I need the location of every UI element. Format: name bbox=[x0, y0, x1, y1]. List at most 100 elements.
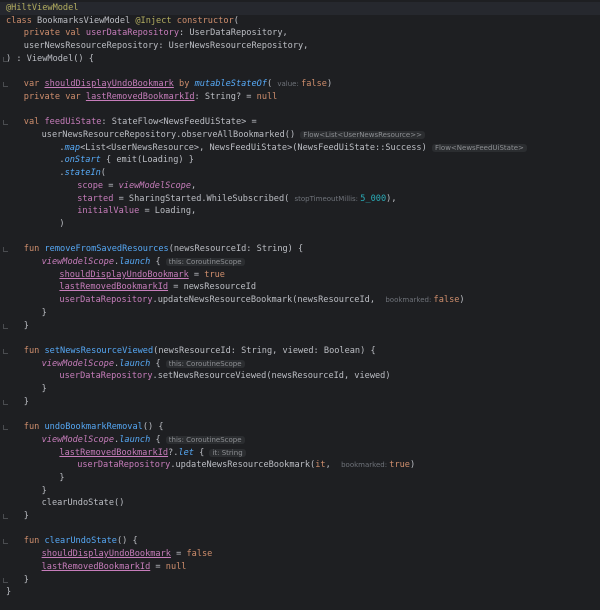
inlay-hint: value: bbox=[277, 80, 302, 89]
code-token: fun bbox=[23, 345, 45, 356]
inlay-hint: stopTimeoutMillis: bbox=[294, 194, 361, 203]
code-line[interactable]: lastRemovedBookmarkId = null bbox=[0, 561, 187, 574]
fold-marker-icon[interactable] bbox=[3, 247, 8, 253]
code-token: launch bbox=[119, 257, 151, 267]
inlay-hint: bookmarked: bbox=[385, 296, 434, 305]
fold-marker-icon[interactable] bbox=[3, 539, 8, 545]
code-line[interactable]: clearUndoState() bbox=[0, 497, 125, 510]
fold-marker-icon[interactable] bbox=[3, 514, 8, 519]
code-token: viewModelScope bbox=[41, 257, 115, 267]
code-line[interactable]: userDataRepository.updateNewsResourceBoo… bbox=[0, 294, 464, 307]
code-token: let bbox=[178, 447, 194, 458]
fold-marker-icon[interactable] bbox=[3, 82, 8, 88]
code-token: class bbox=[6, 15, 38, 26]
code-token: userDataRepository bbox=[85, 28, 180, 39]
code-token: , bbox=[191, 180, 197, 191]
code-token: } bbox=[23, 511, 29, 521]
code-line[interactable]: userDataRepository.setNewsResourceViewed… bbox=[0, 370, 391, 383]
code-token: viewModelScope bbox=[41, 434, 115, 445]
code-line[interactable]: lastRemovedBookmarkId?.let { it: String bbox=[0, 447, 246, 460]
code-token: clearUndoState() bbox=[41, 498, 125, 509]
code-line[interactable]: lastRemovedBookmarkId = newsResourceId bbox=[0, 281, 256, 294]
code-line[interactable]: started = SharingStarted.WhileSubscribed… bbox=[0, 193, 397, 206]
code-line[interactable]: userDataRepository.updateNewsResourceBoo… bbox=[0, 459, 415, 472]
code-token: (newsResourceId: String, viewed: Boolean… bbox=[153, 345, 376, 356]
code-token: ), bbox=[386, 193, 397, 204]
fold-marker-icon[interactable] bbox=[3, 399, 8, 405]
fold-marker-icon[interactable] bbox=[3, 425, 8, 431]
code-line[interactable]: } bbox=[0, 485, 47, 498]
inlay-hint: this: CoroutineScope bbox=[165, 258, 245, 266]
code-token: scope bbox=[77, 180, 104, 191]
code-token: by bbox=[173, 79, 195, 90]
code-line[interactable]: scope = viewModelScope, bbox=[0, 180, 196, 193]
code-token: () { bbox=[116, 536, 138, 547]
code-token: fun bbox=[23, 536, 45, 547]
code-line[interactable]: ) : ViewModel() { bbox=[0, 53, 94, 66]
code-token: ( bbox=[100, 168, 106, 179]
code-token: { bbox=[193, 447, 210, 458]
code-line[interactable]: fun clearUndoState() { bbox=[0, 535, 138, 548]
code-line[interactable]: val feedUiState: StateFlow<NewsFeedUiSta… bbox=[0, 116, 257, 129]
code-token: .setNewsResourceViewed(newsResourceId, v… bbox=[152, 371, 391, 382]
code-line[interactable]: } bbox=[0, 383, 47, 396]
code-token: : String? = bbox=[194, 91, 257, 102]
code-token: viewModelScope bbox=[41, 358, 115, 369]
code-line[interactable]: fun setNewsResourceViewed(newsResourceId… bbox=[0, 345, 376, 358]
code-token: map bbox=[64, 142, 81, 153]
code-token: onStart bbox=[64, 155, 101, 166]
code-line[interactable]: } bbox=[0, 586, 11, 599]
code-line[interactable]: viewModelScope.launch { this: CoroutineS… bbox=[0, 358, 245, 371]
code-line[interactable]: userNewsResourceRepository.observeAllBoo… bbox=[0, 129, 425, 142]
code-line[interactable]: } bbox=[0, 472, 65, 485]
code-token: launch bbox=[119, 358, 151, 369]
code-token: } bbox=[59, 472, 65, 483]
code-token: fun bbox=[23, 422, 45, 433]
code-line[interactable]: ) bbox=[0, 218, 64, 231]
code-token: private var bbox=[23, 91, 86, 102]
code-token: true bbox=[204, 269, 225, 280]
fold-marker-icon[interactable] bbox=[3, 348, 8, 354]
code-token: { bbox=[150, 434, 166, 445]
inlay-hint: Flow<NewsFeedUiState> bbox=[431, 143, 527, 152]
code-line[interactable]: initialValue = Loading, bbox=[0, 205, 196, 218]
code-line[interactable]: } bbox=[0, 307, 47, 320]
code-token: viewModelScope bbox=[118, 180, 192, 191]
code-token: started bbox=[77, 193, 114, 204]
code-line[interactable]: private var lastRemovedBookmarkId: Strin… bbox=[0, 91, 278, 104]
code-token: ) bbox=[326, 79, 333, 90]
code-line[interactable]: shouldDisplayUndoBookmark = true bbox=[0, 269, 225, 282]
code-token: <List<UserNewsResource>, NewsFeedUiState… bbox=[80, 142, 432, 153]
code-token: } bbox=[23, 320, 29, 331]
code-editor[interactable]: @HiltViewModel class BookmarksViewModel @… bbox=[0, 0, 600, 610]
fold-marker-icon[interactable] bbox=[3, 120, 8, 126]
code-token: setNewsResourceViewed bbox=[44, 345, 154, 356]
code-line[interactable]: @HiltViewModel bbox=[0, 2, 600, 15]
inlay-hint: bookmarked: bbox=[341, 461, 390, 470]
code-token: constructor bbox=[176, 15, 234, 26]
code-line[interactable]: var shouldDisplayUndoBookmark by mutable… bbox=[0, 78, 332, 91]
code-line[interactable]: viewModelScope.launch { this: CoroutineS… bbox=[0, 256, 245, 269]
code-line[interactable]: class BookmarksViewModel @Inject constru… bbox=[0, 15, 239, 28]
fold-marker-icon[interactable] bbox=[3, 323, 8, 329]
code-token: = bbox=[188, 269, 205, 280]
code-line[interactable]: fun removeFromSavedResources(newsResourc… bbox=[0, 243, 303, 256]
code-token: lastRemovedBookmarkId bbox=[59, 447, 169, 458]
code-line[interactable]: viewModelScope.launch { this: CoroutineS… bbox=[0, 434, 245, 447]
code-line[interactable]: private val userDataRepository: UserData… bbox=[0, 27, 288, 40]
code-token: } bbox=[23, 574, 29, 585]
code-token: null bbox=[256, 91, 278, 102]
code-line[interactable]: .onStart { emit(Loading) } bbox=[0, 154, 194, 167]
code-token: BookmarksViewModel bbox=[37, 15, 136, 26]
code-line[interactable]: userNewsResourceRepository: UserNewsReso… bbox=[0, 40, 309, 53]
code-line[interactable]: .map<List<UserNewsResource>, NewsFeedUiS… bbox=[0, 142, 527, 155]
code-line[interactable]: fun undoBookmarkRemoval() { bbox=[0, 421, 164, 434]
fold-marker-icon[interactable] bbox=[3, 577, 8, 583]
code-token: initialValue bbox=[77, 206, 140, 217]
fold-marker-icon[interactable] bbox=[3, 56, 8, 62]
code-token: it bbox=[315, 460, 326, 471]
code-line[interactable]: .stateIn( bbox=[0, 167, 106, 180]
code-token: .updateNewsResourceBookmark( bbox=[170, 460, 316, 471]
code-token: = Loading, bbox=[139, 206, 197, 217]
code-line[interactable]: shouldDisplayUndoBookmark = false bbox=[0, 548, 213, 561]
